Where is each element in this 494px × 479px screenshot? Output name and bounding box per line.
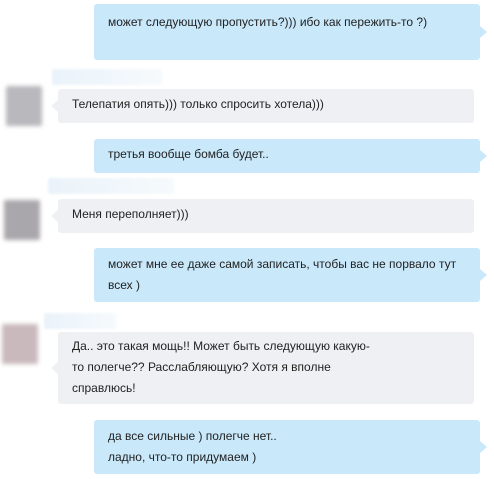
message-text: Меня переполняет))) bbox=[72, 207, 189, 221]
avatar[interactable] bbox=[2, 324, 38, 364]
avatar[interactable] bbox=[6, 86, 42, 126]
message-text: может мне ее даже самой записать, чтобы … bbox=[108, 257, 460, 292]
message-outgoing: может мне ее даже самой записать, чтобы … bbox=[94, 248, 487, 302]
avatar[interactable] bbox=[4, 200, 40, 240]
sender-name bbox=[44, 313, 116, 329]
message-text: третья вообще бомба будет.. bbox=[108, 147, 269, 161]
message-text: Да.. это такая мощь!! Может быть следующ… bbox=[72, 339, 370, 395]
message-outgoing: может следующую пропустить?))) ибо как п… bbox=[94, 4, 487, 60]
message-text: может следующую пропустить?))) ибо как п… bbox=[108, 15, 428, 29]
message-outgoing: третья вообще бомба будет.. bbox=[94, 139, 487, 173]
sender-name bbox=[52, 69, 162, 85]
message-text: да все сильные ) полегче нет.. ладно, чт… bbox=[108, 429, 277, 464]
sender-name bbox=[48, 178, 174, 194]
message-incoming: Меня переполняет))) bbox=[51, 199, 474, 233]
message-outgoing: да все сильные ) полегче нет.. ладно, чт… bbox=[94, 420, 487, 474]
message-incoming: Телепатия опять))) только спросить хотел… bbox=[51, 89, 474, 123]
message-text: Телепатия опять))) только спросить хотел… bbox=[72, 97, 324, 111]
message-incoming: Да.. это такая мощь!! Может быть следующ… bbox=[51, 332, 474, 404]
